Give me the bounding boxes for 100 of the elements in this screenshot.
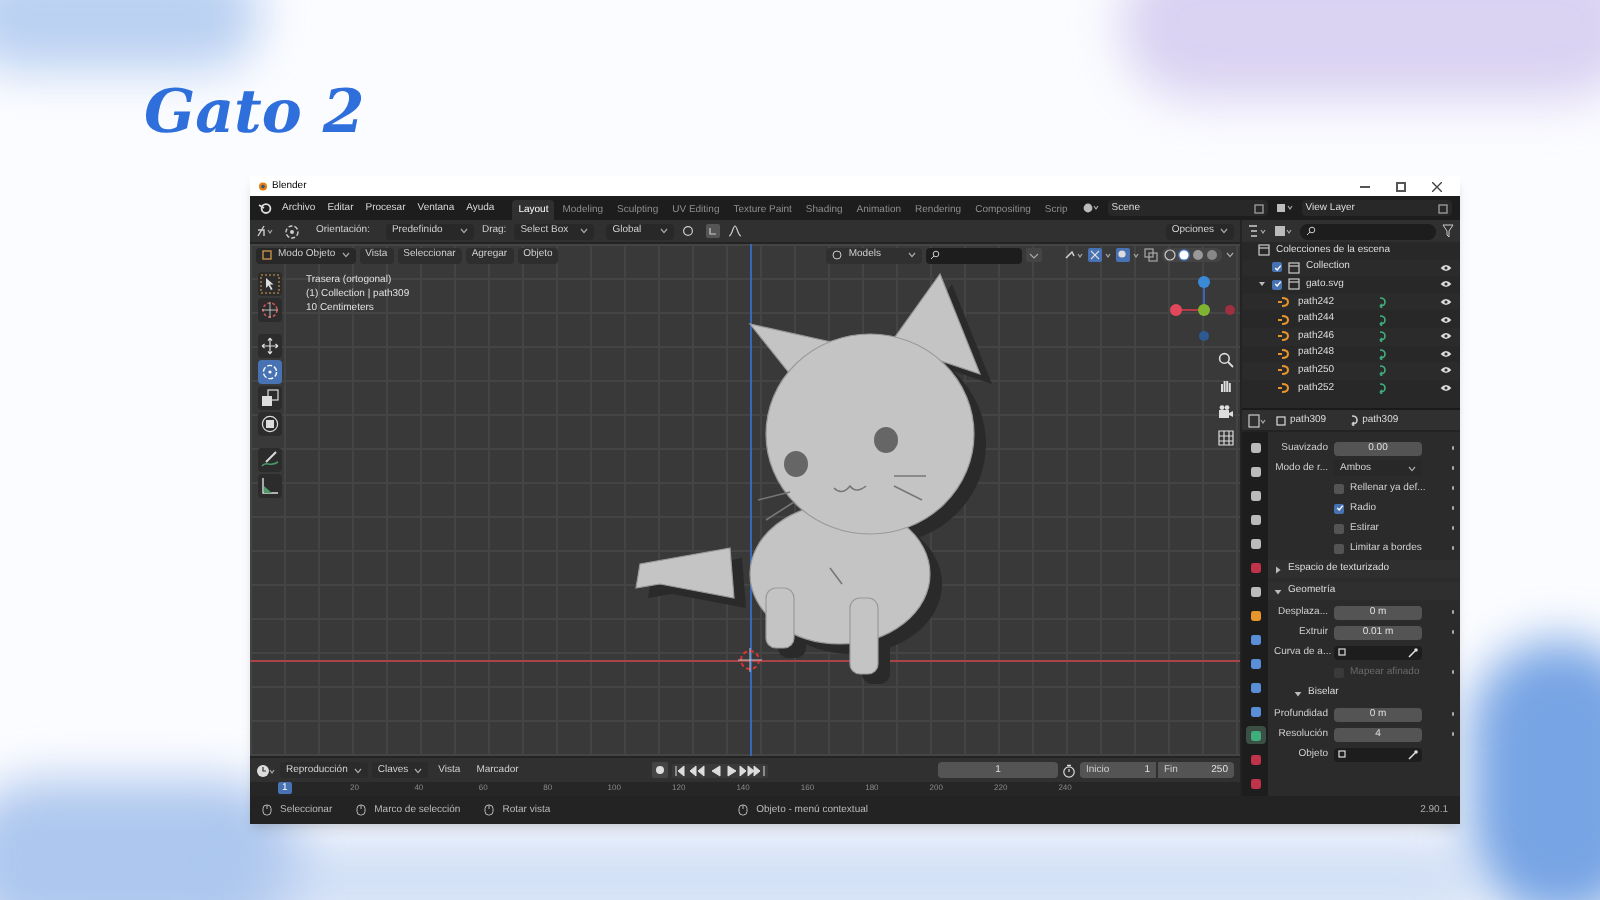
properties-tab[interactable] bbox=[1245, 486, 1265, 504]
checkbox[interactable] bbox=[1334, 543, 1344, 553]
properties-tab[interactable] bbox=[1245, 534, 1265, 552]
tool-button[interactable] bbox=[258, 386, 282, 410]
curve-object-icon bbox=[1278, 382, 1292, 395]
pencil-icon bbox=[260, 450, 280, 470]
properties-tab[interactable] bbox=[1245, 462, 1265, 480]
minimize-icon[interactable] bbox=[1360, 185, 1370, 187]
caret-icon bbox=[353, 767, 362, 774]
properties-tab[interactable] bbox=[1245, 654, 1265, 672]
proportional-edit-icon[interactable] bbox=[728, 224, 743, 238]
search-icon bbox=[930, 250, 941, 260]
eye-icon[interactable] bbox=[1440, 384, 1452, 393]
grid-icon[interactable] bbox=[1218, 430, 1234, 446]
eyedropper-icon[interactable] bbox=[1408, 647, 1418, 657]
3d-cursor-icon bbox=[737, 647, 763, 673]
eye-icon[interactable] bbox=[1440, 366, 1452, 375]
collapse-arrow-icon[interactable] bbox=[1294, 689, 1302, 697]
properties-tab[interactable] bbox=[1245, 606, 1265, 624]
object-icon bbox=[1338, 648, 1346, 656]
pivot-icon[interactable] bbox=[682, 224, 699, 238]
curve-data-icon bbox=[1374, 382, 1386, 395]
checkbox[interactable] bbox=[1272, 262, 1282, 273]
curve-object-icon bbox=[1278, 347, 1292, 360]
navigation-gizmo[interactable] bbox=[1170, 276, 1235, 341]
checkbox[interactable] bbox=[1334, 483, 1344, 493]
properties-tab[interactable] bbox=[1245, 510, 1265, 528]
tool-button[interactable] bbox=[258, 474, 282, 498]
caret-icon bbox=[1408, 465, 1416, 471]
maximize-icon[interactable] bbox=[1396, 181, 1406, 191]
curve-data-icon bbox=[1374, 296, 1386, 309]
move-icon bbox=[260, 336, 280, 356]
eye-icon[interactable] bbox=[1440, 332, 1452, 341]
properties-tab[interactable] bbox=[1245, 630, 1265, 648]
filter-icon[interactable] bbox=[1026, 248, 1043, 262]
search-field[interactable] bbox=[926, 247, 1023, 263]
caret-icon bbox=[341, 252, 350, 258]
slide-title: Gato 2 bbox=[144, 84, 365, 144]
view-layer-icon[interactable] bbox=[1275, 202, 1294, 214]
new-layer-icon[interactable] bbox=[1438, 203, 1448, 213]
collapse-arrow-icon[interactable] bbox=[1274, 587, 1282, 595]
xray-icon[interactable] bbox=[1144, 248, 1158, 262]
display-mode-icon[interactable] bbox=[1248, 224, 1268, 238]
eye-icon[interactable] bbox=[1440, 315, 1452, 324]
properties-tab[interactable] bbox=[1245, 702, 1265, 720]
curve-data-icon bbox=[1374, 364, 1386, 377]
new-scene-icon[interactable] bbox=[1253, 203, 1264, 213]
stopwatch-icon[interactable] bbox=[1062, 763, 1076, 778]
mouse-icon bbox=[262, 804, 272, 816]
eyedropper-icon[interactable] bbox=[1408, 749, 1418, 759]
properties-tab[interactable] bbox=[1245, 678, 1265, 696]
camera-icon[interactable] bbox=[1218, 404, 1234, 420]
caret-icon bbox=[1220, 228, 1228, 234]
eye-icon[interactable] bbox=[1440, 298, 1452, 307]
gizmo-toggle-icon[interactable] bbox=[1088, 248, 1112, 262]
tool-button[interactable] bbox=[258, 360, 282, 384]
tool-button[interactable] bbox=[258, 272, 282, 296]
eye-icon[interactable] bbox=[1440, 349, 1452, 358]
eye-icon[interactable] bbox=[1440, 280, 1452, 289]
object-picker-field[interactable] bbox=[1334, 747, 1422, 761]
shading-modes-icon[interactable] bbox=[1162, 248, 1222, 262]
tool-button[interactable] bbox=[258, 412, 282, 436]
expand-arrow-icon[interactable] bbox=[1274, 565, 1282, 573]
filter-icon[interactable] bbox=[1442, 224, 1454, 238]
object-picker-field[interactable] bbox=[1334, 645, 1422, 659]
tool-button[interactable] bbox=[258, 334, 282, 358]
outliner-search-field[interactable] bbox=[1300, 223, 1436, 239]
hand-icon[interactable] bbox=[1218, 378, 1234, 394]
properties-tab[interactable] bbox=[1245, 438, 1265, 456]
eye-icon[interactable] bbox=[1440, 263, 1452, 272]
overlay-toggle-icon[interactable] bbox=[1116, 248, 1140, 262]
object-icon bbox=[1276, 415, 1286, 425]
record-icon[interactable] bbox=[652, 762, 669, 779]
rotate-tool-icon[interactable] bbox=[284, 223, 300, 239]
app-logo-icon[interactable] bbox=[258, 202, 272, 214]
ruler-icon bbox=[260, 476, 280, 496]
filter-menu-icon[interactable] bbox=[1274, 224, 1294, 238]
transform-icon bbox=[260, 414, 280, 434]
visibility-icon[interactable] bbox=[1064, 248, 1084, 262]
snap-icon[interactable] bbox=[706, 224, 721, 238]
tool-button[interactable] bbox=[258, 448, 282, 472]
tool-button[interactable] bbox=[258, 298, 282, 322]
editor-type-icon[interactable] bbox=[1248, 413, 1268, 427]
close-icon[interactable] bbox=[1432, 181, 1442, 191]
checkbox[interactable] bbox=[1334, 503, 1344, 513]
app-logo-icon bbox=[256, 180, 268, 192]
properties-tab[interactable] bbox=[1245, 582, 1265, 600]
curve-object-icon bbox=[1278, 313, 1292, 326]
curve-object-icon bbox=[1278, 296, 1292, 309]
checkbox[interactable] bbox=[1334, 523, 1344, 533]
caret-icon bbox=[660, 228, 669, 234]
caret-icon bbox=[459, 228, 468, 234]
scene-icon[interactable] bbox=[1081, 202, 1100, 214]
properties-tab[interactable] bbox=[1245, 726, 1265, 744]
playback-controls-icon[interactable] bbox=[672, 763, 769, 778]
checkbox[interactable] bbox=[1272, 279, 1282, 290]
clock-editor-icon[interactable] bbox=[256, 763, 276, 778]
zoom-icon[interactable] bbox=[1218, 352, 1234, 368]
tool-icon[interactable] bbox=[256, 224, 276, 238]
curve-data-icon bbox=[1346, 414, 1359, 426]
